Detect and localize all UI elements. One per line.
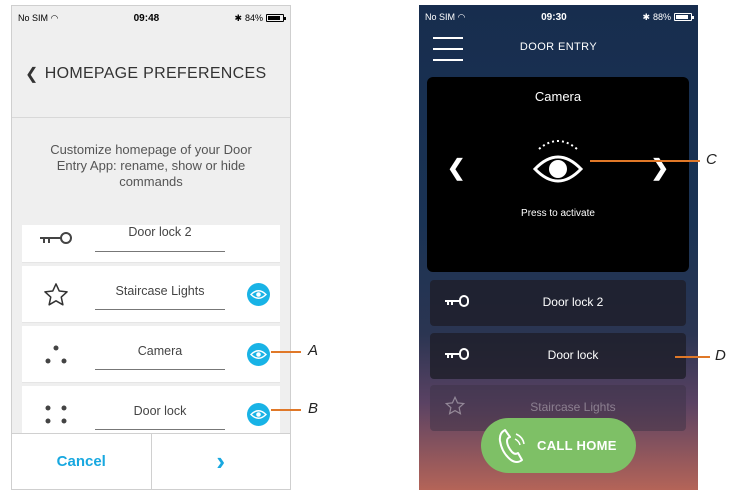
- callout-b-line: [271, 409, 301, 411]
- status-right: ✱ 84%: [234, 12, 286, 24]
- page-title: HOMEPAGE PREFERENCES: [44, 64, 267, 82]
- battery-icon: [674, 13, 694, 21]
- key-icon: [445, 295, 469, 307]
- star-icon: [38, 278, 74, 312]
- chevron-right-icon[interactable]: ❯: [651, 155, 669, 181]
- item-name-input[interactable]: Door lock 2: [95, 225, 225, 252]
- key-icon: [445, 348, 469, 360]
- item-name-input[interactable]: Staircase Lights: [95, 284, 225, 310]
- status-right: ✱ 88%: [642, 11, 694, 23]
- camera-hint: Press to activate: [521, 208, 595, 219]
- camera-title: Camera: [534, 89, 582, 104]
- wifi-icon: ◠: [457, 11, 466, 22]
- page-header: ❮ HOMEPAGE PREFERENCES: [12, 30, 290, 118]
- homepage-preferences-screen: No SIM ◠ 09:48 ✱ 84% ❮ HOMEPAGE PREFEREN…: [11, 5, 291, 490]
- clock-time: 09:48: [133, 12, 160, 24]
- clock-time: 09:30: [541, 11, 567, 23]
- list-item[interactable]: Staircase Lights: [22, 266, 280, 323]
- page-description: Customize homepage of your Door Entry Ap…: [50, 142, 252, 189]
- wifi-icon: ◠: [50, 12, 59, 23]
- item-name-input[interactable]: Camera: [95, 344, 225, 370]
- list-item[interactable]: Camera: [22, 326, 280, 383]
- back-icon[interactable]: ❮: [25, 64, 39, 84]
- camera-widget[interactable]: Camera ❮ ❯ Press to activate: [427, 77, 689, 272]
- star-icon: [444, 395, 466, 415]
- eye-icon[interactable]: [247, 283, 270, 306]
- next-button[interactable]: ›: [150, 434, 291, 489]
- battery-icon: [266, 14, 286, 22]
- status-bar: No SIM ◠ 09:48 ✱ 84%: [12, 6, 290, 30]
- callout-d-line: [675, 356, 710, 358]
- eye-icon[interactable]: [247, 403, 270, 426]
- callout-b-label: B: [308, 400, 319, 417]
- battery-percent: 88%: [652, 12, 671, 22]
- drag-dots-icon: [38, 338, 74, 372]
- call-home-button[interactable]: CALL HOME: [481, 418, 636, 473]
- item-name-input[interactable]: Door lock: [95, 404, 225, 430]
- chevron-right-icon: ›: [216, 446, 226, 476]
- callout-a-label: A: [308, 342, 319, 359]
- footer-bar: Cancel ›: [12, 433, 290, 489]
- door-label: Staircase Lights: [530, 400, 616, 414]
- drag-dots-icon: [38, 398, 74, 432]
- bluetooth-icon: ✱: [234, 12, 242, 23]
- top-bar: DOOR ENTRY: [419, 29, 698, 69]
- phone-icon: [498, 428, 525, 463]
- cancel-button[interactable]: Cancel: [12, 434, 151, 489]
- callout-c-line: [590, 160, 700, 162]
- door-entry-screen: No SIM ◠ 09:30 ✱ 88% DOOR ENTRY Camera ❮…: [419, 5, 698, 490]
- list-item[interactable]: Door lock 2: [22, 225, 280, 263]
- callout-a-line: [271, 351, 301, 353]
- call-home-label: CALL HOME: [537, 438, 617, 453]
- eye-icon[interactable]: [533, 135, 583, 191]
- bluetooth-icon: ✱: [642, 11, 650, 22]
- carrier-label: No SIM ◠: [18, 13, 58, 24]
- door-lock-row[interactable]: Door lock: [430, 333, 686, 379]
- page-title: DOOR ENTRY: [519, 41, 598, 53]
- eye-icon[interactable]: [247, 343, 270, 366]
- door-lock-2-row[interactable]: Door lock 2: [430, 280, 686, 326]
- status-bar: No SIM ◠ 09:30 ✱ 88%: [419, 5, 698, 29]
- carrier-text: No SIM: [18, 12, 49, 23]
- callout-c-label: C: [706, 151, 717, 168]
- preferences-list: Door lock 2 Staircase Lights Camera Door…: [22, 225, 280, 446]
- chevron-left-icon[interactable]: ❮: [447, 155, 465, 181]
- door-label: Door lock: [547, 348, 599, 362]
- carrier-label: No SIM ◠: [425, 12, 465, 23]
- callout-d-label: D: [715, 347, 726, 364]
- carrier-text: No SIM: [425, 11, 456, 22]
- door-label: Door lock 2: [542, 295, 604, 309]
- key-icon: [38, 221, 74, 255]
- battery-percent: 84%: [244, 13, 263, 23]
